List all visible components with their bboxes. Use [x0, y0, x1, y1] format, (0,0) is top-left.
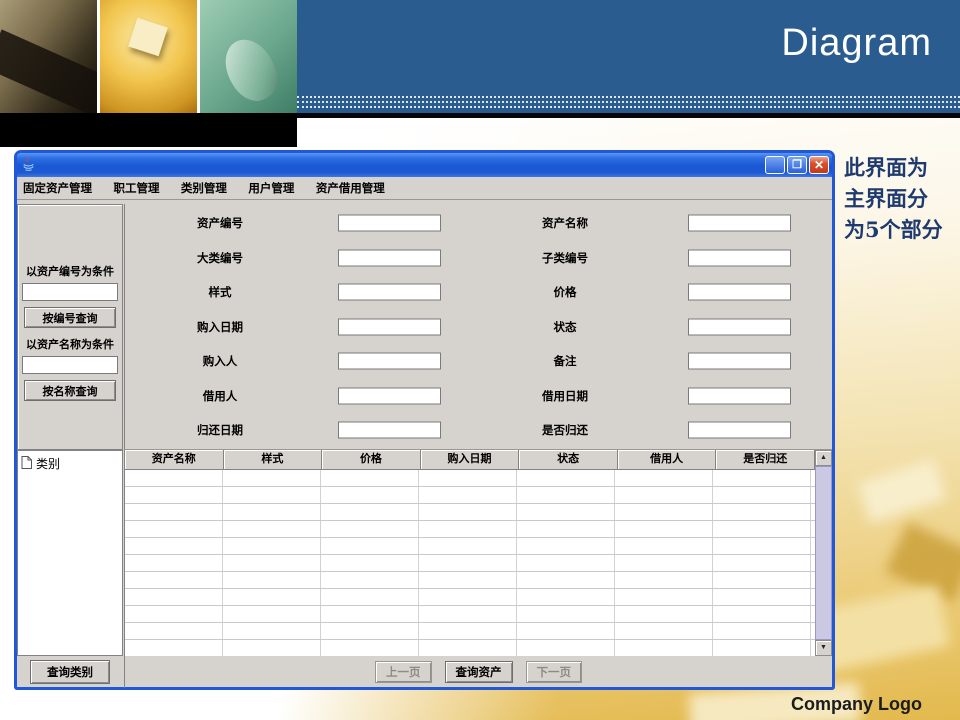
form-row: 借用人 借用日期 — [125, 379, 832, 414]
column-header-borrower[interactable]: 借用人 — [617, 450, 717, 470]
menu-user-management[interactable]: 用户管理 — [248, 178, 294, 200]
search-panel: 以资产编号为条件 按编号查询 以资产名称为条件 按名称查询 — [17, 204, 123, 450]
form-row: 归还日期 是否归还 — [125, 413, 832, 448]
menu-employee-management[interactable]: 职工管理 — [113, 178, 159, 200]
form-row: 样式 价格 — [125, 275, 832, 310]
table-scrollbar[interactable]: ▲ ▼ — [815, 450, 832, 656]
query-category-button[interactable]: 查询类别 — [30, 660, 110, 684]
dotted-divider — [297, 96, 960, 111]
field-label-sub-class-code: 子类编号 — [542, 252, 588, 265]
field-input-borrower[interactable] — [338, 387, 441, 405]
form-row: 资产编号 资产名称 — [125, 206, 832, 241]
app-window: _ ❐ ✕ 固定资产管理 职工管理 类别管理 用户管理 资产借用管理 以资产编号… — [14, 150, 835, 690]
form-row: 购入日期 状态 — [125, 310, 832, 345]
menu-asset-borrow-management[interactable]: 资产借用管理 — [316, 178, 385, 200]
column-header-purchase-date[interactable]: 购入日期 — [420, 450, 520, 470]
field-input-price[interactable] — [688, 283, 791, 301]
form-row: 购入人 备注 — [125, 344, 832, 379]
minimize-button[interactable]: _ — [765, 156, 785, 174]
form-row: 大类编号 子类编号 — [125, 241, 832, 276]
scroll-down-icon[interactable]: ▼ — [815, 640, 832, 656]
field-label-returned-or-not: 是否归还 — [542, 425, 588, 438]
field-input-purchase-date[interactable] — [338, 318, 441, 336]
search-by-code-input[interactable] — [22, 283, 118, 301]
asset-form-panel: 资产编号 资产名称 大类编号 子类编号 样式 价格 购入日期 状态 购入人 备注… — [124, 204, 832, 450]
field-label-borrower: 借用人 — [202, 390, 238, 403]
category-tree-panel: 类别 — [17, 450, 123, 656]
next-page-button[interactable]: 下一页 — [525, 661, 582, 683]
field-label-purchaser: 购入人 — [202, 356, 238, 369]
java-coffee-icon — [22, 157, 35, 177]
field-label-asset-code: 资产编号 — [197, 218, 243, 231]
query-assets-button[interactable]: 查询资产 — [444, 661, 513, 683]
field-input-remarks[interactable] — [688, 352, 791, 370]
search-by-name-input[interactable] — [22, 356, 118, 374]
window-content: 以资产编号为条件 按编号查询 以资产名称为条件 按名称查询 类别 查询类别 资产… — [17, 201, 832, 688]
field-label-borrow-date: 借用日期 — [542, 390, 588, 403]
search-by-code-button[interactable]: 按编号查询 — [24, 307, 116, 328]
presentation-slide: Diagram 此界面为 主界面分 为5个部分 Company Logo _ ❐ — [0, 0, 960, 720]
table-body-empty[interactable] — [125, 470, 815, 656]
header-black-bar — [0, 113, 297, 147]
photo-pen-writing — [0, 0, 97, 113]
column-header-status[interactable]: 状态 — [519, 450, 618, 470]
column-header-price[interactable]: 价格 — [322, 450, 421, 470]
tree-footer: 查询类别 — [17, 656, 123, 688]
field-label-remarks: 备注 — [553, 356, 577, 369]
column-header-returned[interactable]: 是否归还 — [716, 450, 816, 470]
photo-keyboard-key — [100, 0, 197, 113]
field-label-asset-name: 资产名称 — [542, 218, 588, 231]
scrollbar-thumb[interactable] — [815, 466, 832, 640]
annotation-line: 主界面分 — [844, 186, 928, 211]
field-label-purchase-date: 购入日期 — [197, 321, 243, 334]
close-button[interactable]: ✕ — [809, 156, 829, 174]
annotation-text: 此界面为 主界面分 为5个部分 — [844, 152, 956, 245]
menu-fixed-asset-management[interactable]: 固定资产管理 — [23, 178, 92, 200]
search-by-code-label: 以资产编号为条件 — [26, 266, 114, 278]
slide-title: Diagram — [781, 22, 932, 64]
field-input-style[interactable] — [338, 283, 441, 301]
results-table: 资产名称 样式 价格 购入日期 状态 借用人 是否归还 ▲ ▼ — [124, 450, 832, 656]
column-header-style[interactable]: 样式 — [223, 450, 323, 470]
field-label-return-date: 归还日期 — [197, 425, 243, 438]
pager-bar: 上一页 查询资产 下一页 — [124, 656, 832, 688]
field-input-major-class-code[interactable] — [338, 249, 441, 267]
header-photo-strip — [0, 0, 297, 113]
column-header-asset-name[interactable]: 资产名称 — [125, 450, 224, 470]
search-by-name-button[interactable]: 按名称查询 — [24, 380, 116, 401]
field-input-asset-name[interactable] — [688, 214, 791, 232]
field-input-returned-or-not[interactable] — [688, 421, 791, 439]
field-input-return-date[interactable] — [338, 421, 441, 439]
maximize-button[interactable]: ❐ — [787, 156, 807, 174]
document-icon — [21, 455, 32, 472]
menu-bar: 固定资产管理 职工管理 类别管理 用户管理 资产借用管理 — [17, 177, 832, 200]
scroll-up-icon[interactable]: ▲ — [815, 450, 832, 466]
field-label-major-class-code: 大类编号 — [197, 252, 243, 265]
company-logo-text: Company Logo — [791, 694, 922, 714]
header-blue-band: Diagram — [297, 0, 960, 113]
field-input-purchaser[interactable] — [338, 352, 441, 370]
field-label-style: 样式 — [208, 287, 232, 300]
previous-page-button[interactable]: 上一页 — [375, 661, 432, 683]
field-input-asset-code[interactable] — [338, 214, 441, 232]
search-by-name-label: 以资产名称为条件 — [26, 339, 114, 351]
tree-node-label: 类别 — [36, 457, 61, 471]
photo-computer-mouse — [200, 0, 297, 113]
field-input-borrow-date[interactable] — [688, 387, 791, 405]
field-label-status: 状态 — [553, 321, 577, 334]
table-header-row: 资产名称 样式 价格 购入日期 状态 借用人 是否归还 — [125, 450, 816, 470]
annotation-line: 此界面为 — [844, 155, 928, 180]
field-label-price: 价格 — [553, 287, 577, 300]
field-input-sub-class-code[interactable] — [688, 249, 791, 267]
field-input-status[interactable] — [688, 318, 791, 336]
annotation-line: 为5个部分 — [844, 217, 943, 242]
window-titlebar[interactable]: _ ❐ ✕ — [17, 153, 832, 177]
menu-category-management[interactable]: 类别管理 — [181, 178, 227, 200]
tree-node-category[interactable]: 类别 — [18, 451, 122, 476]
